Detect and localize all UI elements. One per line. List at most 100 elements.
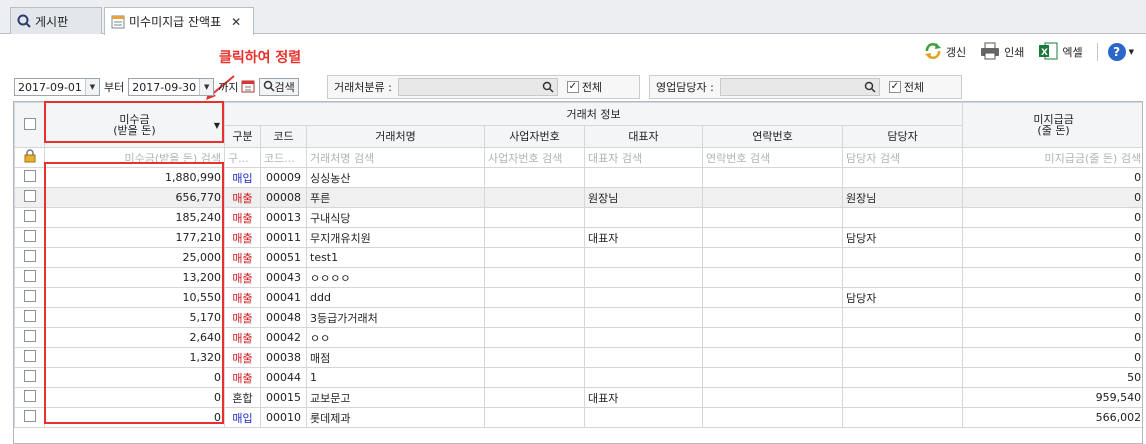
- manager-cell: [841, 387, 964, 408]
- row-select-cell[interactable]: [14, 247, 45, 268]
- toolbar-divider: [1096, 43, 1098, 61]
- type-cell: 매출: [224, 227, 261, 248]
- payable-cell: 0: [962, 187, 1142, 208]
- payable-cell: 0: [962, 167, 1142, 188]
- search-icon[interactable]: [864, 81, 876, 96]
- payable-column-header[interactable]: 미지급금 (줄 돈): [962, 102, 1142, 148]
- ceo-cell: 대표자: [584, 227, 703, 248]
- row-checkbox[interactable]: [23, 210, 36, 222]
- row-select-cell[interactable]: [14, 207, 45, 228]
- row-checkbox[interactable]: [23, 270, 36, 282]
- code-cell: 00044: [260, 367, 307, 388]
- payable-cell: 0: [962, 347, 1142, 368]
- refresh-button[interactable]: 갱신: [924, 42, 966, 63]
- table-row[interactable]: 25,000 매출 00051 test1 0: [14, 247, 1142, 268]
- type-column-header[interactable]: 구분: [224, 124, 261, 148]
- phone-column-header[interactable]: 연락번호: [702, 124, 843, 148]
- row-select-cell[interactable]: [14, 367, 45, 388]
- row-select-cell[interactable]: [14, 407, 45, 428]
- sales-manager-filter: 영업담당자 : ✓ 전체: [649, 75, 962, 99]
- tab-balance-sheet[interactable]: 미수미지급 잔액표 ✕: [104, 7, 254, 35]
- name-cell: ㅇㅇㅇㅇ: [306, 267, 485, 288]
- table-row[interactable]: 1,880,990 매입 00009 싱싱농산 0: [14, 167, 1142, 188]
- ceo-cell: [584, 267, 703, 288]
- table-row[interactable]: 5,170 매출 00048 3등급가거래처 0: [14, 307, 1142, 328]
- tab-board[interactable]: 게시판: [10, 7, 102, 34]
- table-row[interactable]: 1,320 매출 00038 매점 0: [14, 347, 1142, 368]
- row-select-cell[interactable]: [14, 347, 45, 368]
- row-checkbox[interactable]: [23, 410, 36, 422]
- chevron-down-icon[interactable]: ▼: [199, 79, 214, 95]
- bizno-cell: [484, 207, 585, 228]
- receivable-search-input[interactable]: 미수금(받을 돈) 검색: [44, 147, 225, 168]
- chevron-down-icon: ▼: [1128, 48, 1134, 56]
- type-cell: 매출: [224, 327, 261, 348]
- receivable-column-header[interactable]: 미수금 (받을 돈) ▼: [44, 102, 225, 148]
- table-row[interactable]: 185,240 매출 00013 구내식당 0: [14, 207, 1142, 228]
- payable-cell: 0: [962, 207, 1142, 228]
- row-checkbox[interactable]: [23, 170, 36, 182]
- row-select-cell[interactable]: [14, 387, 45, 408]
- row-checkbox[interactable]: [23, 290, 36, 302]
- phone-search-input[interactable]: 연락번호 검색: [702, 147, 843, 168]
- row-checkbox[interactable]: [23, 390, 36, 402]
- manager-search-input[interactable]: 담당자 검색: [841, 147, 964, 168]
- row-select-cell[interactable]: [14, 187, 45, 208]
- row-checkbox[interactable]: [23, 190, 36, 202]
- client-category-input[interactable]: [397, 78, 558, 96]
- search-icon[interactable]: [542, 81, 554, 96]
- date-to-field[interactable]: 2017-09-30 ▼: [128, 78, 215, 96]
- code-column-header[interactable]: 코드: [260, 124, 307, 148]
- name-column-header[interactable]: 거래처명: [306, 124, 485, 148]
- table-row[interactable]: 0 매출 00044 1 50: [14, 367, 1142, 388]
- row-checkbox[interactable]: [23, 370, 36, 382]
- calendar-icon[interactable]: [241, 79, 255, 96]
- sales-manager-input[interactable]: [719, 78, 880, 96]
- row-select-cell[interactable]: [14, 227, 45, 248]
- row-select-cell[interactable]: [14, 327, 45, 348]
- table-row[interactable]: 10,550 매출 00041 ddd 담당자 0: [14, 287, 1142, 308]
- table-row[interactable]: 656,770 매출 00008 푸른 원장님 원장님 0: [14, 187, 1142, 208]
- bizno-search-input[interactable]: 사업자번호 검색: [484, 147, 585, 168]
- ceo-column-header[interactable]: 대표자: [584, 124, 703, 148]
- search-button[interactable]: 검색: [258, 78, 299, 96]
- table-row[interactable]: 177,210 매출 00011 무지개유치원 대표자 담당자 0: [14, 227, 1142, 248]
- sort-dropdown-icon[interactable]: ▼: [214, 120, 220, 131]
- table-row[interactable]: 0 매입 00010 롯데제과 566,002: [14, 407, 1142, 428]
- row-checkbox[interactable]: [23, 250, 36, 262]
- ceo-cell: [584, 347, 703, 368]
- payable-search-input[interactable]: 미지급금(줄 돈) 검색: [962, 147, 1142, 168]
- table-row[interactable]: 0 혼합 00015 교보문고 대표자 959,540: [14, 387, 1142, 408]
- bizno-column-header[interactable]: 사업자번호: [484, 124, 585, 148]
- payable-cell: 50: [962, 367, 1142, 388]
- row-select-cell[interactable]: [14, 307, 45, 328]
- close-icon[interactable]: ✕: [231, 15, 241, 29]
- date-from-field[interactable]: 2017-09-01 ▼: [14, 78, 100, 96]
- help-button[interactable]: ? ▼: [1107, 43, 1134, 61]
- table-row[interactable]: 2,640 매출 00042 ㅇㅇ 0: [14, 327, 1142, 348]
- select-all-header[interactable]: [14, 102, 45, 148]
- phone-cell: [702, 387, 843, 408]
- type-search-input[interactable]: 구...: [224, 147, 261, 168]
- row-checkbox[interactable]: [23, 230, 36, 242]
- manager-column-header[interactable]: 담당자: [841, 124, 964, 148]
- row-select-cell[interactable]: [14, 267, 45, 288]
- row-select-cell[interactable]: [14, 167, 45, 188]
- print-button[interactable]: 인쇄: [980, 42, 1024, 63]
- client-category-all-checkbox[interactable]: ✓: [566, 81, 579, 93]
- name-search-input[interactable]: 거래처명 검색: [306, 147, 485, 168]
- code-search-input[interactable]: 코드...: [260, 147, 307, 168]
- receivable-cell: 0: [44, 367, 225, 388]
- row-select-cell[interactable]: [14, 287, 45, 308]
- chevron-down-icon[interactable]: ▼: [85, 79, 99, 95]
- table-row[interactable]: 13,200 매출 00043 ㅇㅇㅇㅇ 0: [14, 267, 1142, 288]
- select-all-checkbox[interactable]: [23, 117, 36, 130]
- row-checkbox[interactable]: [23, 350, 36, 362]
- phone-cell: [702, 367, 843, 388]
- sales-manager-all-checkbox[interactable]: ✓: [888, 81, 901, 93]
- row-checkbox[interactable]: [23, 330, 36, 342]
- ceo-search-input[interactable]: 대표자 검색: [584, 147, 703, 168]
- excel-button[interactable]: X 엑셀: [1038, 42, 1083, 63]
- row-checkbox[interactable]: [23, 310, 36, 322]
- ceo-cell: [584, 287, 703, 308]
